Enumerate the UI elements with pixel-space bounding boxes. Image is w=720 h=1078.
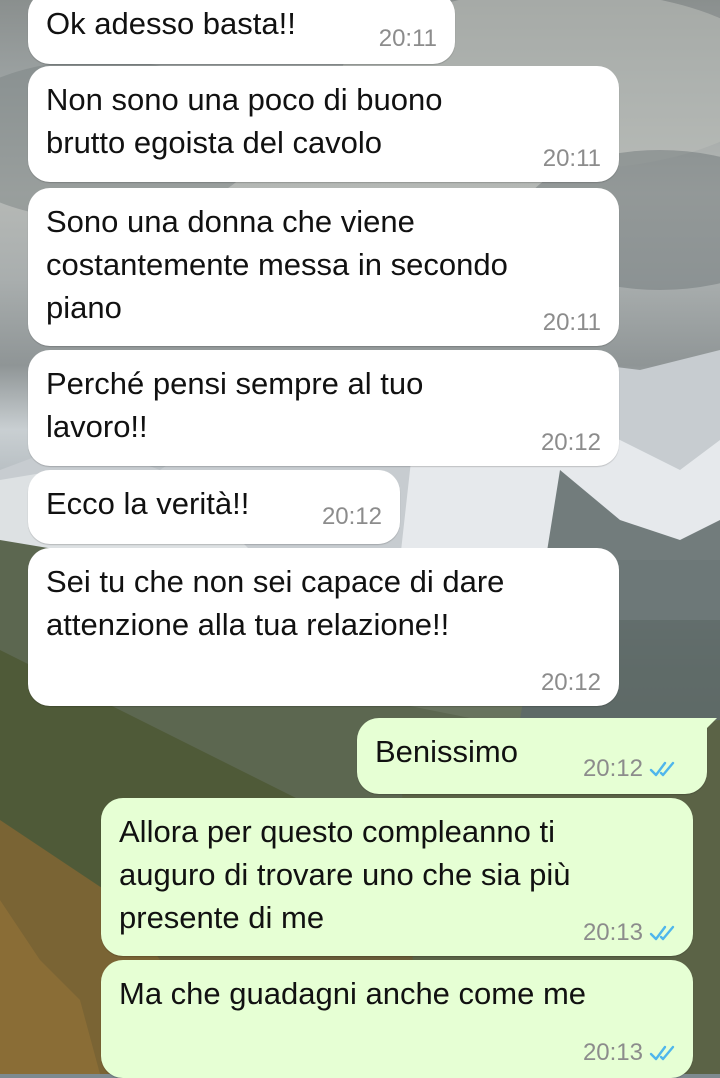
message-text: Ok adesso basta!!	[46, 6, 296, 41]
message-text: Perché pensi sempre al tuo lavoro!!	[46, 366, 424, 444]
incoming-message[interactable]: Sono una donna che viene costantemente m…	[28, 188, 619, 346]
double-check-icon	[649, 759, 679, 779]
timestamp: 20:12	[540, 669, 601, 696]
incoming-message[interactable]: Sei tu che non sei capace di dare attenz…	[28, 548, 619, 706]
incoming-message[interactable]: Ecco la verità!! 20:12	[28, 470, 400, 544]
incoming-message[interactable]: Perché pensi sempre al tuo lavoro!! 20:1…	[28, 350, 619, 466]
timestamp: 20:13	[582, 919, 643, 946]
message-time: 20:12	[541, 430, 601, 456]
message-text: Sei tu che non sei capace di dare attenz…	[46, 564, 505, 642]
timestamp: 20:11	[378, 25, 437, 52]
message-text: Non sono una poco di buono brutto egoist…	[46, 82, 443, 160]
bubble-tail	[703, 718, 717, 732]
message-time: 20:11	[543, 310, 601, 336]
timestamp: 20:12	[582, 755, 643, 782]
message-text: Benissimo	[375, 734, 518, 769]
message-text: Ecco la verità!!	[46, 486, 250, 521]
message-time: 20:12	[322, 504, 382, 530]
outgoing-message[interactable]: Ma che guadagni anche come me 20:13	[101, 960, 693, 1078]
timestamp: 20:11	[542, 309, 601, 336]
timestamp: 20:12	[540, 429, 601, 456]
timestamp: 20:11	[542, 145, 601, 172]
message-time: 20:13	[583, 920, 679, 946]
chat-conversation[interactable]: Ok adesso basta!! 20:11 Non sono una poc…	[0, 0, 720, 1078]
double-check-icon	[649, 923, 679, 943]
message-time: 20:11	[543, 146, 601, 172]
message-time: 20:11	[379, 26, 437, 52]
outgoing-message[interactable]: Benissimo 20:12	[357, 718, 717, 794]
message-time: 20:12	[541, 670, 601, 696]
outgoing-message[interactable]: Allora per questo compleanno ti auguro d…	[101, 798, 693, 956]
timestamp: 20:13	[582, 1039, 643, 1066]
message-time: 20:13	[583, 1040, 679, 1066]
timestamp: 20:12	[321, 503, 382, 530]
incoming-message[interactable]: Non sono una poco di buono brutto egoist…	[28, 66, 619, 182]
message-text: Ma che guadagni anche come me	[119, 976, 587, 1011]
incoming-message[interactable]: Ok adesso basta!! 20:11	[28, 0, 455, 64]
double-check-icon	[649, 1043, 679, 1063]
message-time: 20:12	[583, 756, 679, 782]
message-text: Sono una donna che viene costantemente m…	[46, 204, 508, 325]
